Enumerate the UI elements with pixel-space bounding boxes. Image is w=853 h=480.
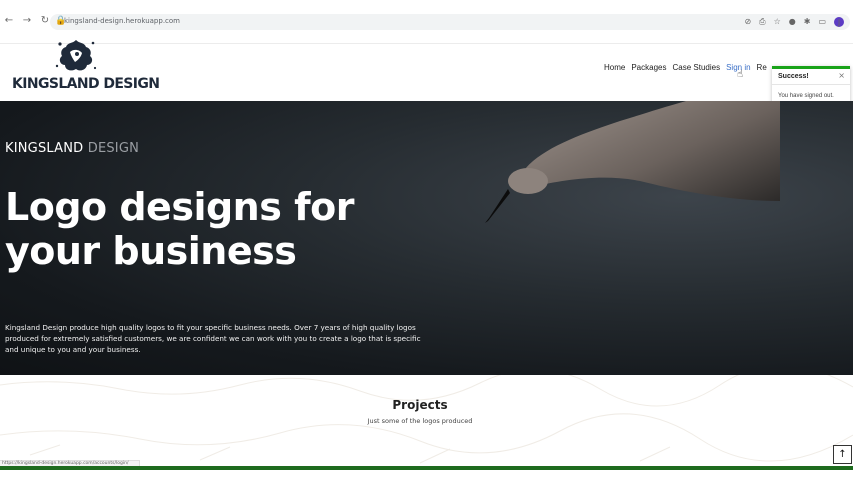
- hero-description: Kingsland Design produce high quality lo…: [5, 323, 421, 354]
- hero-section: KINGSLAND DESIGN Logo designs for your b…: [0, 101, 853, 375]
- toast-divider: [772, 84, 850, 85]
- hero-brand-second: DESIGN: [87, 141, 140, 156]
- reload-icon[interactable]: ↻: [40, 15, 50, 27]
- hero-headline: Logo designs for your business: [5, 185, 354, 273]
- extension-icon[interactable]: ●: [789, 16, 796, 28]
- toast-message: You have signed out.: [778, 93, 834, 99]
- site-header: KINGSLAND DESIGN Home Packages Case Stud…: [0, 40, 853, 101]
- footer-strip: [0, 466, 853, 470]
- address-bar-icons: ⊘ ⎙ ☆ ● ✱ ▭ J: [744, 16, 844, 28]
- browser-nav-buttons: ← → ↻: [4, 15, 50, 27]
- projects-title: Projects: [392, 398, 448, 412]
- toast-title: Success!: [778, 73, 809, 80]
- close-icon[interactable]: ×: [838, 71, 845, 80]
- projects-subtitle: Just some of the logos produced: [367, 417, 473, 425]
- hand-cursor-icon: ☝: [737, 69, 744, 80]
- eye-off-icon[interactable]: ⊘: [744, 16, 751, 28]
- arrow-left-icon[interactable]: ←: [4, 15, 14, 27]
- nav-home[interactable]: Home: [604, 63, 625, 72]
- nav-case-studies[interactable]: Case Studies: [672, 63, 720, 72]
- nav-packages[interactable]: Packages: [631, 63, 666, 72]
- share-icon[interactable]: ⎙: [759, 16, 765, 28]
- nav-register[interactable]: Re: [757, 63, 767, 72]
- side-panel-icon[interactable]: ▭: [818, 16, 826, 28]
- profile-avatar[interactable]: J: [834, 17, 844, 27]
- projects-section: Projects Just some of the logos produced: [0, 375, 853, 466]
- site-logo[interactable]: KINGSLAND DESIGN: [10, 38, 160, 96]
- ink-splash-logo-icon: [55, 40, 97, 71]
- hand-holding-pen-image: [485, 101, 780, 223]
- arrow-right-icon[interactable]: →: [22, 15, 32, 27]
- puzzle-icon[interactable]: ✱: [804, 16, 811, 28]
- hero-brand-first: KINGSLAND: [5, 141, 84, 156]
- hero-brand: KINGSLAND DESIGN: [5, 141, 139, 156]
- arrow-up-icon[interactable]: ↑: [833, 445, 852, 464]
- address-bar[interactable]: 🔒 kingsland-design.herokuapp.com ⊘ ⎙ ☆ ●…: [50, 14, 850, 30]
- star-icon[interactable]: ☆: [774, 16, 781, 28]
- logo-text: KINGSLAND DESIGN: [12, 76, 160, 92]
- address-url: kingsland-design.herokuapp.com: [64, 17, 180, 25]
